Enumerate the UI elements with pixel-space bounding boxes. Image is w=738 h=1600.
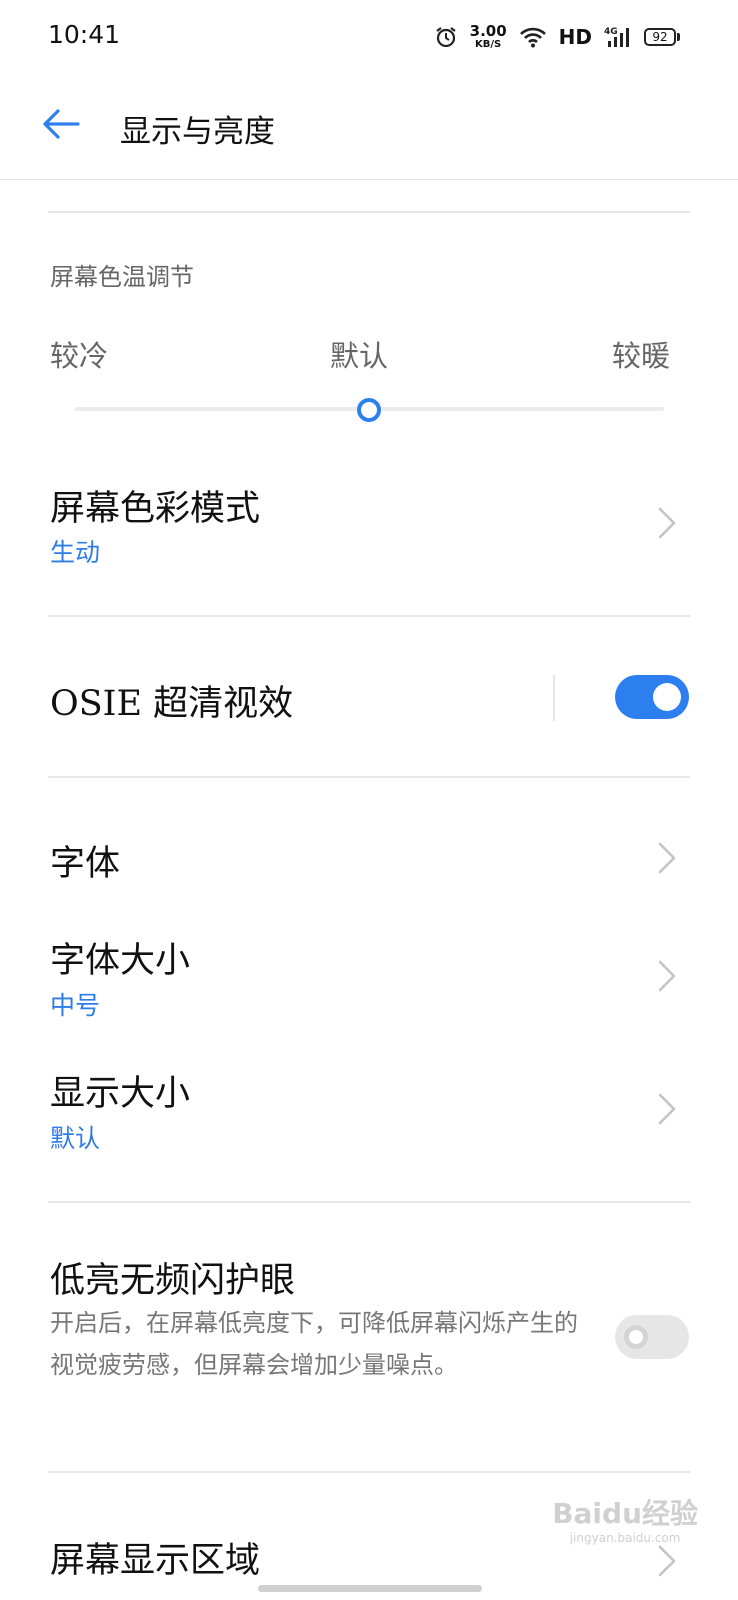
flicker-free-toggle[interactable]: [615, 1315, 689, 1359]
back-button[interactable]: [36, 102, 88, 146]
display-size-row[interactable]: 显示大小 默认: [0, 1055, 738, 1175]
back-arrow-icon: [43, 109, 80, 139]
slider-thumb[interactable]: [357, 398, 381, 422]
osie-title: OSIE 超清视效: [50, 684, 294, 724]
chevron-right-icon: [658, 507, 676, 539]
status-bar: 10:41 3.00 KB/S HD 4G 92: [0, 0, 738, 72]
default-label: 默认: [330, 339, 389, 373]
font-title: 字体: [50, 844, 121, 884]
net-speed-value: 3.00: [469, 22, 507, 40]
display-size-value: 默认: [50, 1124, 101, 1153]
network-type: 4G: [604, 27, 618, 37]
wifi-icon: [519, 27, 546, 48]
font-row[interactable]: 字体: [0, 815, 738, 901]
color-mode-title: 屏幕色彩模式: [50, 489, 261, 529]
warmer-label: 较暖: [612, 339, 671, 373]
hd-indicator: HD: [558, 25, 592, 49]
baidu-watermark: Baidu经验 jingyan.baidu.com: [552, 1497, 698, 1545]
vertical-separator: [553, 675, 555, 721]
divider: [48, 776, 690, 778]
chevron-right-icon: [658, 960, 676, 992]
divider: [48, 211, 690, 213]
watermark-brand: Baidu经验: [552, 1497, 698, 1530]
net-speed: 3.00 KB/S: [470, 24, 507, 50]
cellular-signal-icon: 4G: [604, 27, 629, 47]
divider: [48, 615, 690, 617]
osie-toggle[interactable]: [615, 675, 689, 719]
watermark-url: jingyan.baidu.com: [569, 1531, 681, 1545]
cooler-label: 较冷: [50, 339, 109, 373]
battery-icon: 92: [644, 28, 680, 46]
color-temperature-slider[interactable]: [74, 395, 664, 425]
chevron-right-icon: [658, 842, 676, 874]
font-size-value: 中号: [50, 991, 101, 1020]
net-speed-unit: KB/S: [475, 39, 502, 50]
chevron-right-icon: [658, 1545, 676, 1577]
home-indicator[interactable]: [258, 1585, 482, 1592]
font-size-title: 字体大小: [50, 941, 191, 981]
alarm-icon: [435, 27, 456, 48]
header: 显示与亮度: [0, 72, 738, 180]
page-title: 显示与亮度: [120, 114, 275, 150]
display-size-title: 显示大小: [50, 1074, 191, 1114]
color-mode-row[interactable]: 屏幕色彩模式 生动: [0, 470, 738, 610]
chevron-right-icon: [658, 1093, 676, 1125]
battery-level: 92: [652, 30, 668, 44]
osie-row: OSIE 超清视效: [0, 640, 738, 760]
flicker-free-description: 开启后，在屏幕低亮度下，可降低屏幕闪烁产生的视觉疲劳感，但屏幕会增加少量噪点。: [50, 1309, 578, 1379]
color-mode-value: 生动: [50, 538, 101, 567]
font-size-row[interactable]: 字体大小 中号: [0, 920, 738, 1040]
color-temperature-label: 屏幕色温调节: [50, 263, 194, 291]
toggle-knob: [653, 683, 681, 711]
screen-area-title: 屏幕显示区域: [50, 1541, 261, 1581]
status-icons: 3.00 KB/S HD 4G 92: [434, 22, 680, 52]
flicker-free-title: 低亮无频闪护眼: [50, 1261, 296, 1301]
toggle-knob: [624, 1325, 648, 1349]
divider: [48, 1471, 690, 1473]
status-time: 10:41: [48, 20, 121, 49]
divider: [48, 1201, 690, 1203]
